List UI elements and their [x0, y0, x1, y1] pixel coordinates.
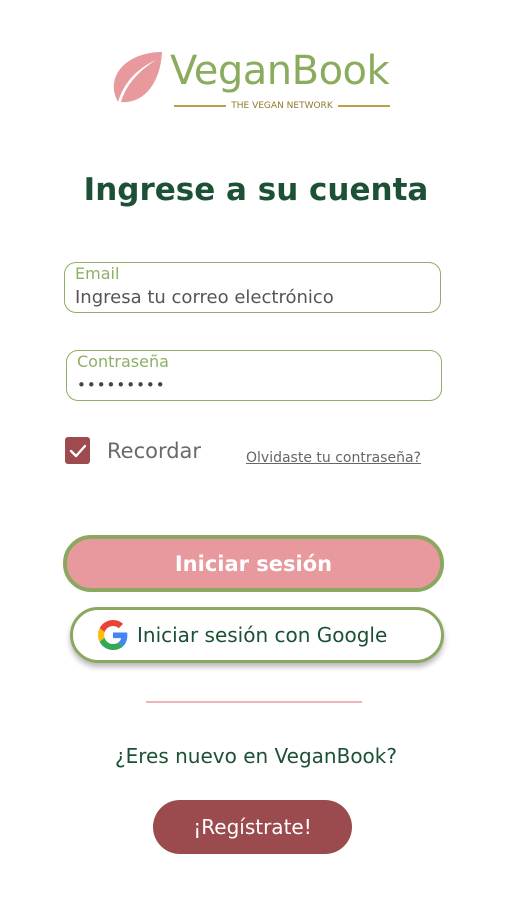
email-field[interactable]: Email [64, 262, 441, 313]
google-login-button[interactable]: Iniciar sesión con Google [70, 607, 444, 663]
email-label: Email [75, 264, 120, 283]
brand-name: VeganBook [170, 48, 390, 94]
signup-prompt: ¿Eres nuevo en VeganBook? [115, 744, 397, 768]
tagline-divider-right [337, 105, 390, 107]
leaf-icon [113, 52, 162, 103]
password-input[interactable] [77, 376, 427, 394]
remember-label: Recordar [107, 439, 202, 463]
forgot-password-link[interactable]: Olvidaste tu contraseña? [246, 450, 421, 466]
google-button-label: Iniciar sesión con Google [137, 623, 388, 647]
google-icon [98, 620, 128, 650]
divider [146, 701, 362, 703]
register-button[interactable]: ¡Regístrate! [153, 800, 352, 854]
email-input[interactable] [75, 287, 425, 308]
tagline-divider-left [174, 105, 227, 107]
page-title: Ingrese a su cuenta [83, 172, 429, 208]
tagline-row: THE VEGAN NETWORK [174, 99, 390, 113]
tagline: THE VEGAN NETWORK [231, 101, 333, 111]
veganbook-logo: VeganBook THE VEGAN NETWORK [108, 48, 408, 118]
password-field[interactable]: Contraseña [66, 350, 442, 401]
password-label: Contraseña [77, 352, 169, 371]
remember-checkbox[interactable] [65, 437, 90, 464]
checkmark-icon [69, 444, 86, 457]
login-button[interactable]: Iniciar sesión [63, 535, 444, 592]
